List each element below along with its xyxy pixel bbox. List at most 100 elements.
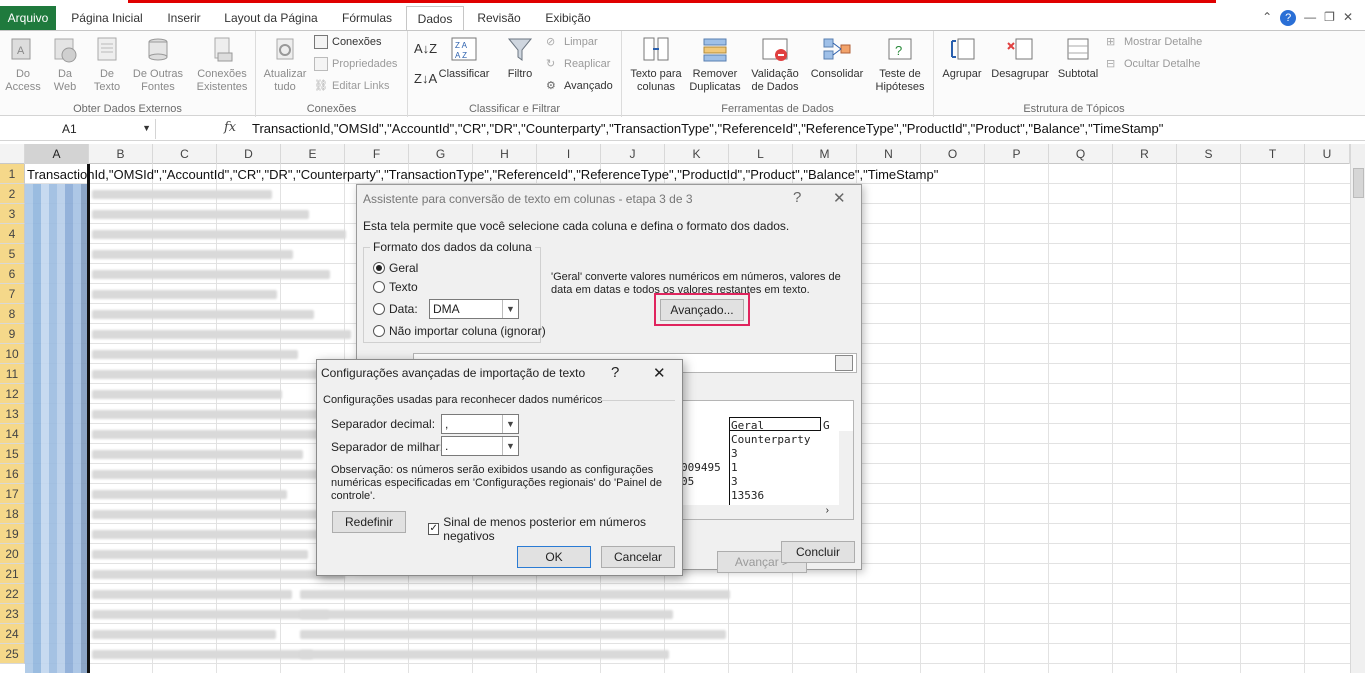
preview-vscroll[interactable]: [839, 431, 853, 507]
tab-data[interactable]: Dados: [406, 6, 464, 31]
chevron-down-icon[interactable]: ▼: [142, 123, 151, 133]
column-header[interactable]: L: [729, 144, 793, 164]
close-workbook-icon[interactable]: ✕: [1343, 10, 1353, 26]
tab-view[interactable]: Exibição: [536, 6, 600, 30]
ungroup-button[interactable]: Desagrupar: [988, 33, 1052, 81]
date-format-select[interactable]: DMA ▼: [429, 299, 519, 319]
row-header[interactable]: 18: [0, 504, 25, 524]
row-header[interactable]: 16: [0, 464, 25, 484]
radio-general[interactable]: Geral: [373, 261, 418, 275]
row-header[interactable]: 10: [0, 344, 25, 364]
radio-text[interactable]: Texto: [373, 280, 418, 294]
row-header[interactable]: 12: [0, 384, 25, 404]
insert-function-icon[interactable]: fx: [224, 120, 236, 135]
what-if-analysis-button[interactable]: ? Teste de Hipóteses: [868, 33, 932, 94]
row-header[interactable]: 11: [0, 364, 25, 384]
column-header[interactable]: D: [217, 144, 281, 164]
decimal-separator-select[interactable]: , ▼: [441, 414, 519, 434]
tab-review[interactable]: Revisão: [470, 6, 528, 30]
data-preview[interactable]: Geral G Counterparty 3 1 3 13536 009495 …: [680, 400, 854, 520]
row-header[interactable]: 2: [0, 184, 25, 204]
select-all-corner[interactable]: [0, 144, 25, 164]
row-header[interactable]: 15: [0, 444, 25, 464]
row-header[interactable]: 23: [0, 604, 25, 624]
remove-duplicates-button[interactable]: Remover Duplicatas: [686, 33, 744, 94]
data-validation-button[interactable]: Validação de Dados: [746, 33, 804, 94]
finish-button[interactable]: Concluir: [781, 541, 855, 563]
row-header[interactable]: 21: [0, 564, 25, 584]
row-header[interactable]: 4: [0, 224, 25, 244]
thousands-separator-select[interactable]: . ▼: [441, 436, 519, 456]
row-header[interactable]: 20: [0, 544, 25, 564]
column-header[interactable]: H: [473, 144, 537, 164]
properties-button[interactable]: Propriedades: [314, 57, 397, 71]
column-header[interactable]: F: [345, 144, 409, 164]
show-detail-button[interactable]: ⊞ Mostrar Detalhe: [1106, 35, 1202, 49]
row-header[interactable]: 1: [0, 164, 25, 184]
cancel-button[interactable]: Cancelar: [601, 546, 675, 568]
column-header[interactable]: E: [281, 144, 345, 164]
row-header[interactable]: 9: [0, 324, 25, 344]
hide-detail-button[interactable]: ⊟ Ocultar Detalhe: [1106, 57, 1200, 71]
consolidate-button[interactable]: Consolidar: [806, 33, 868, 81]
column-header[interactable]: K: [665, 144, 729, 164]
clear-filter-button[interactable]: ⊘ Limpar: [546, 35, 598, 49]
row-header[interactable]: 3: [0, 204, 25, 224]
filter-button[interactable]: Filtro: [500, 33, 540, 81]
advanced-close-icon[interactable]: ✕: [653, 364, 666, 382]
row-header[interactable]: 6: [0, 264, 25, 284]
existing-connections-button[interactable]: Conexões Existentes: [192, 33, 252, 94]
name-box[interactable]: A1 ▼: [0, 119, 156, 139]
row-header[interactable]: 22: [0, 584, 25, 604]
radio-date[interactable]: Data:: [373, 302, 418, 316]
advanced-help-icon[interactable]: ?: [611, 364, 619, 381]
column-header[interactable]: I: [537, 144, 601, 164]
column-header[interactable]: C: [153, 144, 217, 164]
vertical-scrollbar[interactable]: [1350, 144, 1365, 673]
row-header[interactable]: 19: [0, 524, 25, 544]
advanced-filter-button[interactable]: ⚙ Avançado: [546, 79, 613, 93]
column-header[interactable]: R: [1113, 144, 1177, 164]
text-to-columns-button[interactable]: Texto para colunas: [626, 33, 686, 94]
ok-button[interactable]: OK: [517, 546, 591, 568]
row-header[interactable]: 8: [0, 304, 25, 324]
range-select-icon[interactable]: [835, 355, 853, 371]
trailing-minus-checkbox[interactable]: ✓ Sinal de menos posterior em números ne…: [428, 515, 682, 543]
row-header[interactable]: 7: [0, 284, 25, 304]
row-header[interactable]: 25: [0, 644, 25, 664]
column-header[interactable]: M: [793, 144, 857, 164]
from-other-sources-button[interactable]: De Outras Fontes: [128, 33, 188, 94]
tab-home[interactable]: Página Inicial: [62, 6, 152, 30]
row-header[interactable]: 14: [0, 424, 25, 444]
column-header[interactable]: B: [89, 144, 153, 164]
from-web-button[interactable]: Da Web: [46, 33, 84, 94]
column-header[interactable]: N: [857, 144, 921, 164]
column-header[interactable]: S: [1177, 144, 1241, 164]
formula-input[interactable]: TransactionId,"OMSId","AccountId","CR","…: [252, 121, 1163, 136]
subtotal-button[interactable]: Subtotal: [1054, 33, 1102, 81]
column-header[interactable]: Q: [1049, 144, 1113, 164]
row-header[interactable]: 5: [0, 244, 25, 264]
wizard-close-icon[interactable]: ✕: [833, 189, 846, 207]
column-header[interactable]: U: [1305, 144, 1350, 164]
reapply-button[interactable]: ↻ Reaplicar: [546, 57, 610, 71]
wizard-help-icon[interactable]: ?: [793, 189, 801, 206]
column-header[interactable]: A: [25, 144, 89, 164]
reset-button[interactable]: Redefinir: [332, 511, 406, 533]
column-header[interactable]: P: [985, 144, 1049, 164]
sort-button[interactable]: Z AA Z Classificar: [432, 33, 496, 81]
tab-file[interactable]: Arquivo: [0, 6, 56, 30]
collapse-ribbon-icon[interactable]: ⌃: [1262, 10, 1272, 26]
connections-button[interactable]: Conexões: [314, 35, 382, 49]
preview-hscroll[interactable]: ›: [681, 505, 853, 519]
column-header[interactable]: G: [409, 144, 473, 164]
group-button[interactable]: Agrupar: [938, 33, 986, 81]
from-access-button[interactable]: A Do Access: [4, 33, 42, 94]
row-header[interactable]: 24: [0, 624, 25, 644]
scroll-thumb[interactable]: [1353, 168, 1364, 198]
tab-insert[interactable]: Inserir: [156, 6, 212, 30]
restore-icon[interactable]: ❐: [1324, 10, 1335, 26]
tab-page-layout[interactable]: Layout da Página: [218, 6, 324, 30]
help-icon[interactable]: ?: [1280, 10, 1297, 26]
edit-links-button[interactable]: ⛓ Editar Links: [314, 79, 389, 93]
